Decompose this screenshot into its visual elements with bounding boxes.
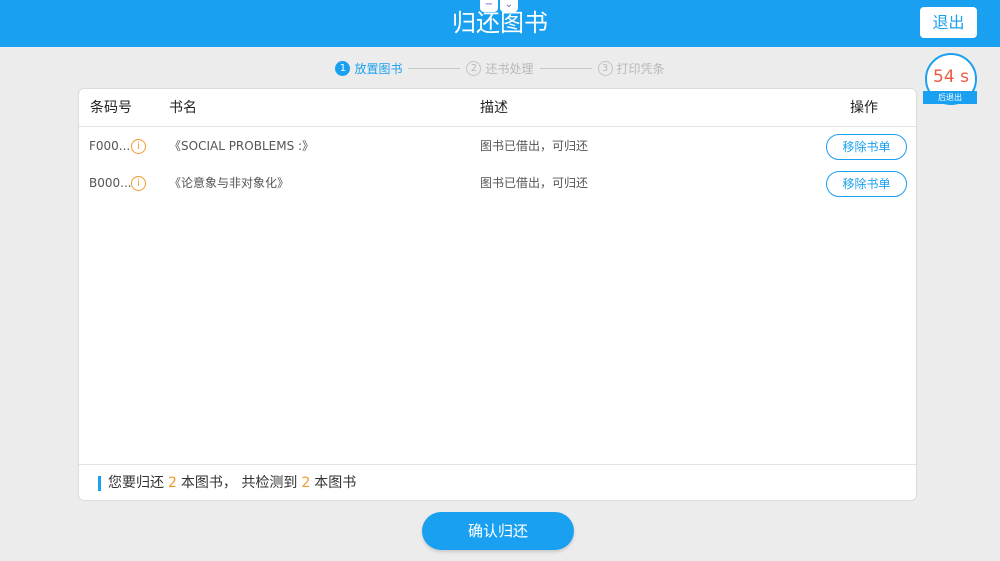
step-indicator: 1 放置图书 2 还书处理 3 打印凭条 xyxy=(0,58,1000,78)
countdown-value: 54 s xyxy=(933,67,969,87)
column-barcode: 条码号 xyxy=(90,100,132,116)
description-cell: 图书已借出，可归还 xyxy=(480,139,589,153)
table-header: 条码号 书名 描述 操作 xyxy=(79,89,916,127)
chevron-down-icon[interactable]: ⌄ xyxy=(500,0,518,12)
step-number-icon: 3 xyxy=(597,60,613,76)
summary-accent xyxy=(98,476,101,491)
step-print-receipt: 3 打印凭条 xyxy=(597,60,665,77)
remove-from-list-button[interactable]: 移除书单 xyxy=(826,134,907,160)
step-label: 打印凭条 xyxy=(616,61,665,76)
exit-button[interactable]: 退出 xyxy=(920,7,977,38)
step-return-processing: 2 还书处理 xyxy=(466,60,534,77)
app-header: 归还图书 − ⌄ 退出 xyxy=(0,0,1000,47)
step-label: 还书处理 xyxy=(485,61,534,76)
step-number-icon: 1 xyxy=(335,60,351,76)
summary-middle: 本图书， 共检测到 xyxy=(180,475,298,491)
detected-count: 2 xyxy=(301,475,311,491)
step-divider xyxy=(408,67,461,69)
column-title: 书名 xyxy=(169,100,197,116)
summary-bar: 您要归还 2 本图书， 共检测到 2 本图书 xyxy=(79,464,916,501)
column-description: 描述 xyxy=(480,100,508,116)
countdown-label: 后退出 xyxy=(923,91,977,104)
info-icon[interactable]: i xyxy=(131,176,146,191)
barcode-cell: F000... xyxy=(89,139,131,153)
column-action: 操作 xyxy=(850,100,878,116)
step-label: 放置图书 xyxy=(354,61,403,76)
description-cell: 图书已借出，可归还 xyxy=(480,176,589,190)
confirm-return-button[interactable]: 确认归还 xyxy=(422,512,574,550)
returning-count: 2 xyxy=(168,475,177,491)
book-list-panel: 条码号 书名 描述 操作 F000... i 《SOCIAL PROBLEMS … xyxy=(78,88,917,501)
barcode-cell: B000... xyxy=(89,176,132,190)
step-place-books: 1 放置图书 xyxy=(335,60,402,77)
minimize-icon[interactable]: − xyxy=(480,0,498,12)
summary-text: 您要归还 2 本图书， 共检测到 2 本图书 xyxy=(108,465,356,502)
summary-suffix: 本图书 xyxy=(314,475,357,491)
step-divider xyxy=(539,67,592,69)
step-number-icon: 2 xyxy=(466,60,482,76)
table-row: F000... i 《SOCIAL PROBLEMS :》 图书已借出，可归还 … xyxy=(79,128,916,165)
table-row: B000... i 《论意象与非对象化》 图书已借出，可归还 移除书单 xyxy=(79,165,916,202)
title-cell: 《论意象与非对象化》 xyxy=(169,176,290,190)
title-cell: 《SOCIAL PROBLEMS :》 xyxy=(169,139,315,153)
summary-prefix: 您要归还 xyxy=(108,475,164,491)
remove-from-list-button[interactable]: 移除书单 xyxy=(826,171,907,197)
info-icon[interactable]: i xyxy=(131,139,146,154)
